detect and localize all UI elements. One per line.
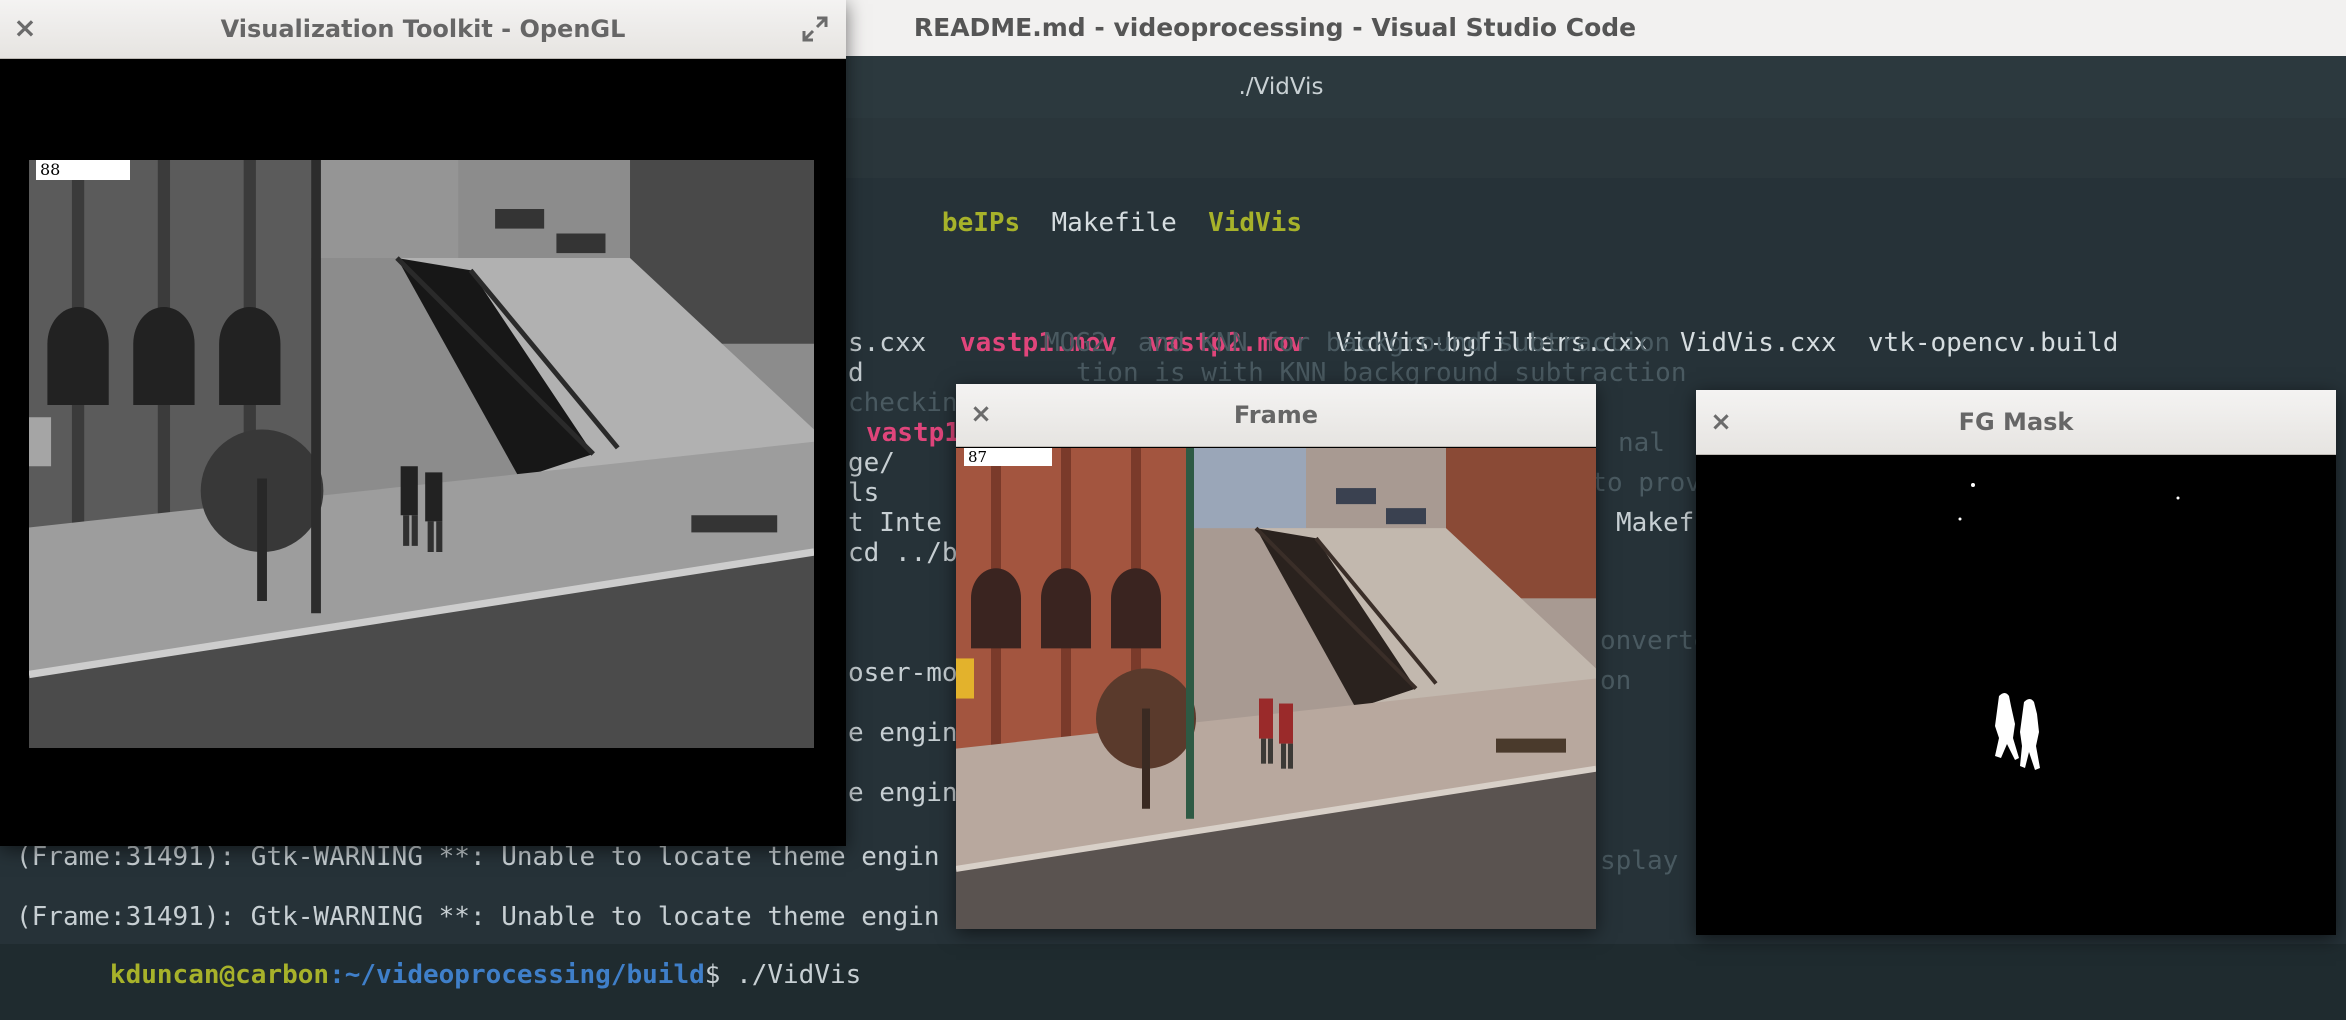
vtk-window-titlebar[interactable]: Visualization Toolkit - OpenGL bbox=[0, 0, 846, 59]
prompt-path: :~/videoprocessing/build bbox=[329, 960, 705, 990]
vtk-window[interactable]: Visualization Toolkit - OpenGL × 88 bbox=[0, 0, 846, 846]
file-entry: VidVis.cxx bbox=[1680, 328, 1837, 358]
frame-window-titlebar[interactable]: Frame bbox=[956, 384, 1596, 447]
street-scene-image bbox=[29, 160, 814, 748]
dir-entry: VidVis bbox=[1208, 208, 1302, 238]
close-icon[interactable]: × bbox=[10, 10, 40, 46]
frame-window-title: Frame bbox=[1233, 401, 1319, 429]
fgmask-view[interactable] bbox=[1696, 456, 2336, 935]
terminal-ghost-text: nal bbox=[1618, 428, 1665, 458]
vtk-window-title: Visualization Toolkit - OpenGL bbox=[220, 15, 626, 43]
fgmask-window[interactable]: FG Mask × bbox=[1696, 390, 2336, 935]
fgmask-window-title: FG Mask bbox=[1958, 408, 2074, 436]
terminal-line: vastp1.mov vastp2.mov VidVis-bgfilters.c… bbox=[866, 298, 2118, 358]
street-scene-image bbox=[956, 448, 1596, 929]
shell-prompt[interactable]: kduncan@carbon:~/videoprocessing/build$ … bbox=[16, 930, 861, 990]
gtk-warning-line: (Frame:31491): Gtk-WARNING **: Unable to… bbox=[16, 842, 940, 872]
gtk-warning-line: (Frame:31491): Gtk-WARNING **: Unable to… bbox=[16, 902, 940, 932]
frame-number-label: 88 bbox=[36, 160, 130, 180]
dir-entry: beIPs bbox=[941, 208, 1021, 238]
expand-icon[interactable] bbox=[800, 14, 830, 44]
prompt-command: $ ./VidVis bbox=[704, 960, 862, 990]
terminal-ghost-text: MOG2, and KNN for background subtraction bbox=[1044, 328, 1671, 358]
terminal-ghost-text: splay bbox=[1600, 846, 1679, 876]
terminal-line: beIPs Makefile VidVis bbox=[848, 178, 1302, 238]
frame-window[interactable]: Frame × 87 bbox=[956, 384, 1596, 929]
file-entry: Makefile bbox=[1051, 208, 1177, 238]
fgmask-window-titlebar[interactable]: FG Mask bbox=[1696, 390, 2336, 455]
terminal-text: ls bbox=[848, 478, 880, 508]
terminal-text: ge/ bbox=[848, 448, 895, 478]
close-icon[interactable]: × bbox=[966, 396, 996, 432]
terminal-text: e engin bbox=[848, 718, 958, 748]
media-file-entry: vastp1 bbox=[866, 418, 960, 448]
vtk-render-view[interactable]: 88 bbox=[29, 160, 814, 748]
frame-number-label: 87 bbox=[964, 448, 1052, 466]
terminal-text: Makef bbox=[1616, 508, 1695, 538]
close-icon[interactable]: × bbox=[1706, 404, 1736, 440]
terminal-text: t Inte bbox=[848, 508, 942, 538]
foreground-mask-image bbox=[1696, 456, 2336, 935]
terminal-text: cd ../b bbox=[848, 538, 958, 568]
frame-video-view[interactable]: 87 bbox=[956, 448, 1596, 929]
terminal-ghost-text: on bbox=[1600, 666, 1632, 696]
terminal-text: s.cxx bbox=[848, 328, 927, 358]
prompt-user: kduncan@carbon bbox=[109, 960, 330, 990]
terminal-text: oser-mo bbox=[848, 658, 958, 688]
terminal-text: d bbox=[848, 358, 864, 388]
terminal-text: e engin bbox=[848, 778, 958, 808]
terminal-ghost-text: onverte bbox=[1600, 626, 1710, 656]
file-entry: vtk-opencv.build bbox=[1867, 328, 2119, 358]
